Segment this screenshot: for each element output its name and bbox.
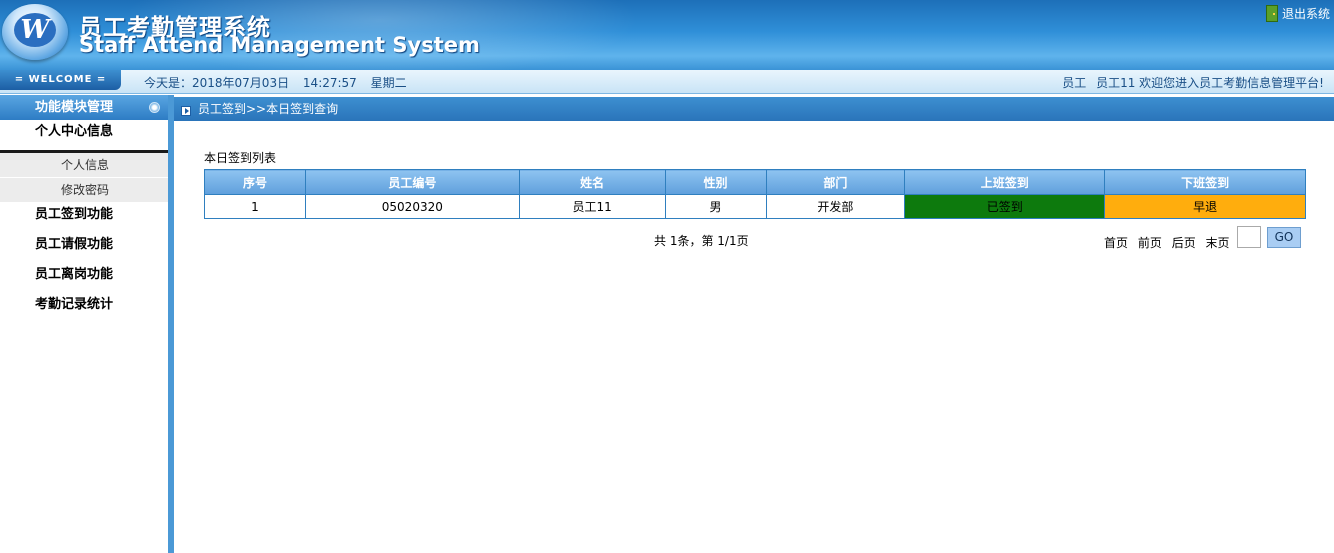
- column-header-name: 姓名: [518, 169, 666, 195]
- page-number-input[interactable]: [1237, 226, 1261, 248]
- column-header-checkin: 上班签到: [904, 169, 1106, 195]
- logout-label: 退出系统: [1281, 7, 1330, 21]
- breadcrumb: 员工签到>>本日签到查询: [174, 97, 1334, 121]
- cell-name: 员工11: [518, 194, 666, 219]
- cell-checkin-status: 已签到: [904, 194, 1106, 219]
- table-row: 1 05020320 员工11 男 开发部 已签到 早退: [204, 194, 1306, 219]
- personal-center-submenu: 个人信息 修改密码: [0, 153, 170, 203]
- arrow-right-icon: [181, 106, 191, 116]
- pager-next-link[interactable]: 后页: [1172, 236, 1196, 250]
- welcome-bar: = WELCOME = 今天是：2018年07月03日 14:27:57 星期二…: [0, 70, 1334, 94]
- sidebar: 功能模块管理 个人中心信息 个人信息 修改密码 员工签到功能 员工请假功能 员工…: [0, 95, 170, 553]
- app-logo: W: [2, 4, 68, 60]
- app-title-en: Staff Attend Management System: [79, 33, 480, 57]
- cell-checkout-status: 早退: [1104, 194, 1306, 219]
- sidebar-item-absence[interactable]: 员工离岗功能: [0, 263, 170, 293]
- cell-employee-no: 05020320: [304, 194, 520, 219]
- list-title: 本日签到列表: [204, 151, 277, 165]
- pager-summary: 共 1条，第 1/1页: [654, 234, 749, 248]
- sidebar-heading: 功能模块管理: [0, 95, 170, 120]
- app-header: W 员工考勤管理系统 Staff Attend Management Syste…: [0, 0, 1334, 70]
- sidebar-subitem-change-password[interactable]: 修改密码: [0, 178, 170, 203]
- cell-gender: 男: [664, 194, 767, 219]
- collapse-icon[interactable]: [149, 102, 160, 113]
- column-header-department: 部门: [765, 169, 906, 195]
- current-date: 今天是：2018年07月03日 14:27:57 星期二: [144, 74, 417, 91]
- cell-department: 开发部: [765, 194, 906, 219]
- user-role: 员工: [1062, 76, 1087, 90]
- checkin-table: 序号 员工编号 姓名 性别 部门 上班签到 下班签到 1 05020320 员工…: [204, 169, 1306, 219]
- sidebar-subitem-personal-info[interactable]: 个人信息: [0, 153, 170, 178]
- user-greeting: 员工11 欢迎您进入员工考勤信息管理平台!: [1096, 76, 1324, 90]
- door-icon: [1265, 5, 1278, 22]
- logout-button[interactable]: 退出系统: [1265, 5, 1330, 22]
- sidebar-heading-label: 功能模块管理: [35, 100, 114, 115]
- sidebar-item-leave[interactable]: 员工请假功能: [0, 233, 170, 263]
- breadcrumb-text: 员工签到>>本日签到查询: [198, 102, 339, 116]
- go-button[interactable]: GO: [1267, 227, 1301, 248]
- pager-links: 首页 前页 后页 末页: [1104, 234, 1236, 251]
- pager-first-link[interactable]: 首页: [1104, 236, 1128, 250]
- sidebar-item-attendance-stats[interactable]: 考勤记录统计: [0, 293, 170, 323]
- today-label: 今天是：2018年07月03日: [144, 76, 290, 90]
- column-header-employee-no: 员工编号: [304, 169, 520, 195]
- table-header-row: 序号 员工编号 姓名 性别 部门 上班签到 下班签到: [204, 169, 1306, 195]
- sidebar-divider: [168, 95, 174, 553]
- welcome-badge: = WELCOME =: [0, 70, 121, 90]
- logo-letter: W: [14, 13, 56, 47]
- column-header-gender: 性别: [664, 169, 767, 195]
- user-info: 员工 员工11 欢迎您进入员工考勤信息管理平台!: [1056, 74, 1324, 91]
- current-time: 14:27:57: [302, 76, 357, 90]
- pager-last-link[interactable]: 末页: [1206, 236, 1230, 250]
- weekday: 星期二: [370, 76, 407, 90]
- sidebar-item-personal-center[interactable]: 个人中心信息: [0, 120, 170, 153]
- sidebar-item-checkin[interactable]: 员工签到功能: [0, 203, 170, 233]
- pager-prev-link[interactable]: 前页: [1138, 236, 1162, 250]
- cell-index: 1: [204, 194, 306, 219]
- column-header-checkout: 下班签到: [1104, 169, 1306, 195]
- column-header-index: 序号: [204, 169, 306, 195]
